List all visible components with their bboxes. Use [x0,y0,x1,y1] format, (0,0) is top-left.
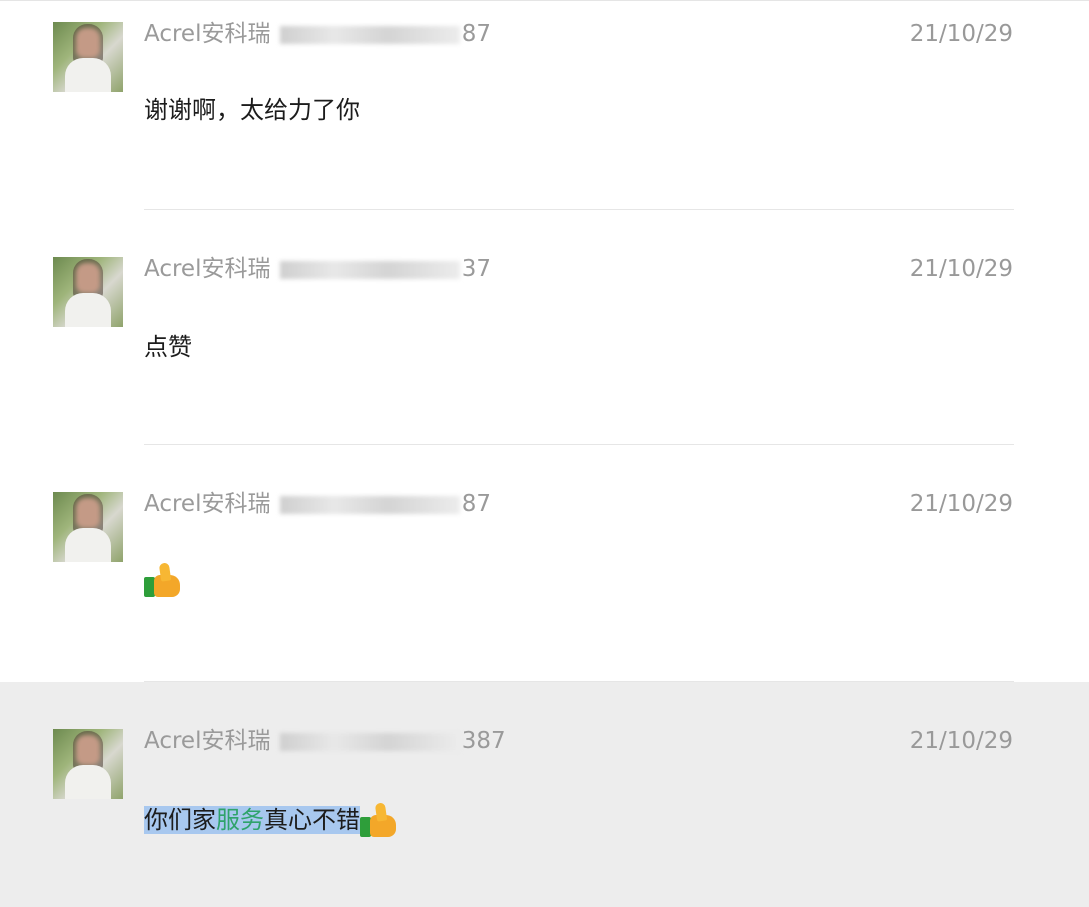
author-name: Acrel安科瑞 87 [144,491,492,517]
avatar[interactable] [53,492,123,562]
comment-item-highlighted: Acrel安科瑞 387 21/10/29 你们家服务真心不错 [0,682,1089,907]
thumbs-up-icon [144,562,182,599]
comment-text [144,562,182,599]
redacted-text [279,732,460,751]
comment-date: 21/10/29 [909,256,1013,282]
avatar[interactable] [53,257,123,327]
comment-text: 谢谢啊，太给力了你 [144,96,360,124]
comment-text[interactable]: 你们家服务真心不错 [144,802,398,839]
keyword-link[interactable]: 服务 [216,806,264,834]
selected-text: 真心不错 [264,806,360,834]
comment-date: 21/10/29 [909,728,1013,754]
comment-item: Acrel安科瑞 87 21/10/29 [0,445,1089,681]
avatar[interactable] [53,729,123,799]
comment-date: 21/10/29 [909,491,1013,517]
author-name: Acrel安科瑞 37 [144,256,492,282]
redacted-text [279,495,460,514]
author-name: Acrel安科瑞 387 [144,728,506,754]
comment-item: Acrel安科瑞 37 21/10/29 点赞 [0,210,1089,445]
comment-date: 21/10/29 [909,21,1013,47]
selected-text: 你们家 [144,806,216,834]
comment-text: 点赞 [144,333,192,361]
thumbs-up-icon [360,802,398,839]
comment-item: Acrel安科瑞 87 21/10/29 谢谢啊，太给力了你 [0,0,1089,210]
avatar[interactable] [53,22,123,92]
redacted-text [279,25,460,44]
author-name: Acrel安科瑞 87 [144,21,492,47]
redacted-text [279,260,460,279]
